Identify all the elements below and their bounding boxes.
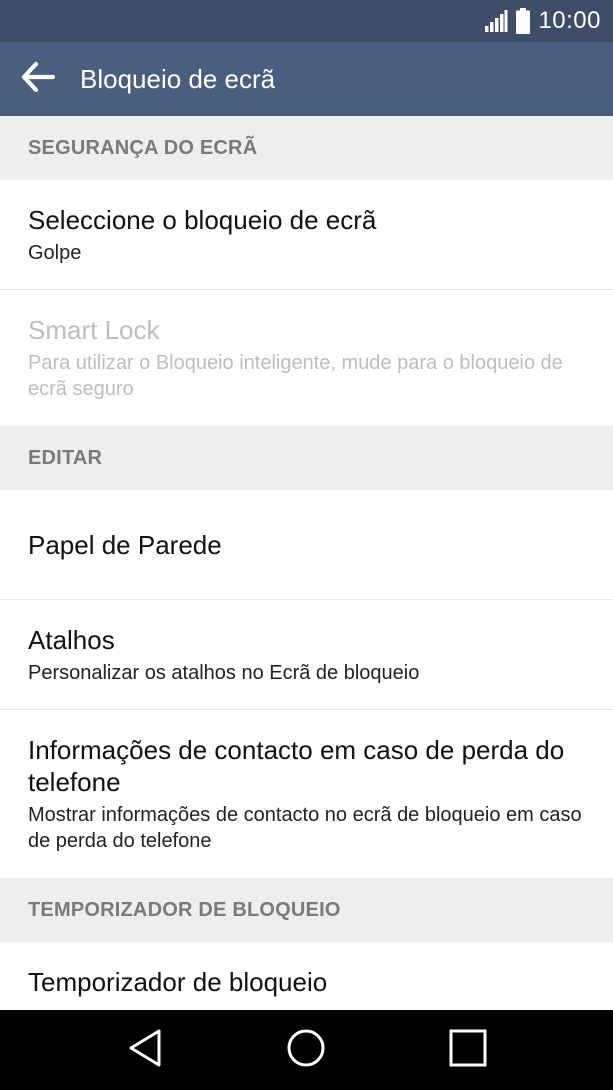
list-item-wallpaper[interactable]: Papel de Parede xyxy=(0,490,613,600)
item-title: Temporizador de bloqueio xyxy=(28,967,328,997)
item-subtitle: Para utilizar o Bloqueio inteligente, mu… xyxy=(28,352,563,400)
item-title: Seleccione o bloqueio de ecrã xyxy=(28,204,377,235)
list-item-shortcuts[interactable]: Atalhos Personalizar os atalhos no Ecrã … xyxy=(0,600,613,710)
item-title: Atalhos xyxy=(28,624,115,655)
battery-icon xyxy=(516,8,531,34)
nav-back-button[interactable] xyxy=(105,1010,185,1090)
status-bar: 10:00 xyxy=(0,0,613,42)
item-subtitle: Golpe xyxy=(28,241,82,264)
signal-icon xyxy=(484,9,508,33)
list-item-select-lock[interactable]: Seleccione o bloqueio de ecrã Golpe xyxy=(0,180,613,290)
list-item-smart-lock: Smart Lock Para utilizar o Bloqueio inte… xyxy=(0,290,613,426)
recents-square-icon xyxy=(449,1029,487,1072)
list-item-lock-timer[interactable]: Temporizador de bloqueio xyxy=(0,942,613,1010)
section-header-temporizador: TEMPORIZADOR DE BLOQUEIO xyxy=(0,878,613,942)
nav-recents-button[interactable] xyxy=(428,1010,508,1090)
page-title: Bloqueio de ecrã xyxy=(80,64,276,94)
item-title: Papel de Parede xyxy=(28,529,222,560)
navigation-bar xyxy=(0,1010,613,1090)
status-icons: 10:00 xyxy=(484,0,601,42)
item-title: Smart Lock xyxy=(28,315,160,345)
back-triangle-icon xyxy=(127,1028,163,1073)
home-circle-icon xyxy=(286,1028,326,1073)
list-item-contact-info[interactable]: Informações de contacto em caso de perda… xyxy=(0,710,613,878)
settings-list[interactable]: SEGURANÇA DO ECRÃ Seleccione o bloqueio … xyxy=(0,116,613,1010)
screen: 10:00 Bloqueio de ecrã SEGURANÇA DO ECRÃ… xyxy=(0,0,613,1090)
section-header-editar: EDITAR xyxy=(0,426,613,490)
nav-home-button[interactable] xyxy=(266,1010,346,1090)
section-header-seguranca: SEGURANÇA DO ECRÃ xyxy=(0,116,613,180)
arrow-left-icon xyxy=(21,61,56,97)
item-subtitle: Mostrar informações de contacto no ecrã … xyxy=(28,804,582,852)
back-button[interactable] xyxy=(14,55,62,103)
app-bar: Bloqueio de ecrã xyxy=(0,42,613,116)
status-time: 10:00 xyxy=(538,7,601,34)
item-title: Informações de contacto em caso de perda… xyxy=(28,735,565,797)
item-subtitle: Personalizar os atalhos no Ecrã de bloqu… xyxy=(28,661,420,684)
